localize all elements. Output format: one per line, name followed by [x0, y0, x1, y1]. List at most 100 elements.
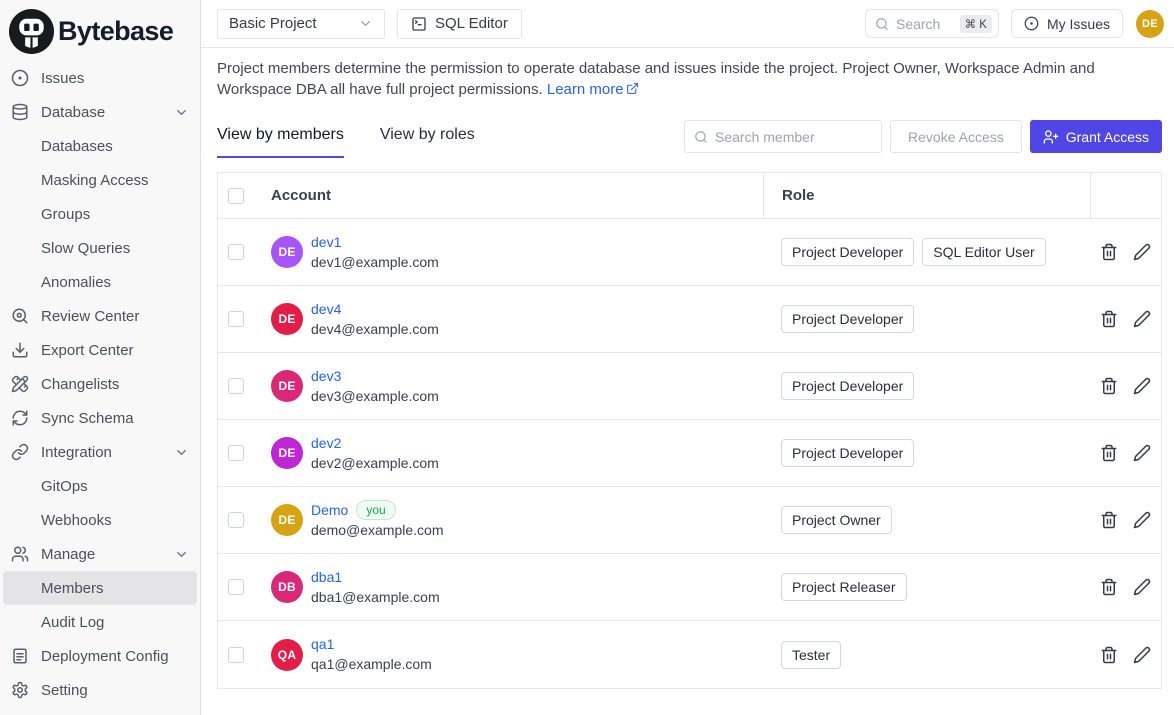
member-search[interactable] — [684, 120, 882, 153]
project-select[interactable]: Basic Project — [217, 9, 385, 39]
member-search-input[interactable] — [715, 129, 875, 145]
description-text: Project members determine the permission… — [217, 60, 1095, 98]
sidebar-item-label: Deployment Config — [41, 648, 169, 665]
row-checkbox[interactable] — [228, 512, 244, 528]
delete-member-icon[interactable] — [1100, 511, 1118, 529]
global-search-input[interactable] — [896, 16, 960, 32]
member-name-link[interactable]: dev2 — [311, 433, 341, 453]
tab-view-by-roles[interactable]: View by roles — [380, 115, 475, 158]
role-column-header: Role — [782, 187, 815, 204]
sidebar-item-databases[interactable]: Databases — [3, 129, 197, 163]
learn-more-label: Learn more — [547, 81, 624, 98]
account-column-header: Account — [271, 187, 331, 204]
member-name-link[interactable]: Demo — [311, 500, 348, 520]
sidebar-item-manage[interactable]: Manage — [3, 537, 197, 571]
grant-access-button[interactable]: Grant Access — [1030, 120, 1162, 153]
sidebar-item-slow-queries[interactable]: Slow Queries — [3, 231, 197, 265]
edit-member-icon[interactable] — [1133, 310, 1151, 328]
sidebar-item-review-center[interactable]: Review Center — [3, 299, 197, 333]
role-badge: Project Owner — [781, 506, 892, 534]
table-row: DE Demo you demo@example.com Project Own… — [218, 487, 1161, 554]
delete-member-icon[interactable] — [1100, 646, 1118, 664]
member-roles: Tester — [763, 621, 1090, 688]
sidebar-item-gitops[interactable]: GitOps — [3, 469, 197, 503]
search-icon — [875, 17, 889, 31]
tab-view-by-members[interactable]: View by members — [217, 115, 344, 158]
delete-member-icon[interactable] — [1100, 377, 1118, 395]
sidebar-item-label: GitOps — [41, 478, 88, 495]
table-row: DE dev4 dev4@example.com Project Develop… — [218, 286, 1161, 353]
edit-member-icon[interactable] — [1133, 578, 1151, 596]
edit-member-icon[interactable] — [1133, 243, 1151, 261]
my-issues-button[interactable]: My Issues — [1011, 9, 1123, 38]
member-email: qa1@example.com — [311, 654, 432, 675]
role-badge: Project Releaser — [781, 573, 907, 601]
row-checkbox[interactable] — [228, 244, 244, 260]
sidebar-item-anomalies[interactable]: Anomalies — [3, 265, 197, 299]
edit-member-icon[interactable] — [1133, 511, 1151, 529]
sidebar-item-masking-access[interactable]: Masking Access — [3, 163, 197, 197]
grant-access-label: Grant Access — [1066, 129, 1149, 145]
app: Bytebase Issues Database Databases Maski… — [0, 0, 1174, 715]
member-avatar: DE — [271, 370, 303, 402]
edit-member-icon[interactable] — [1133, 377, 1151, 395]
sidebar-item-label: Webhooks — [41, 512, 112, 529]
member-name-link[interactable]: dev4 — [311, 299, 341, 319]
member-avatar: QA — [271, 639, 303, 671]
member-avatar: DE — [271, 236, 303, 268]
header-actions-cell — [1090, 173, 1161, 218]
pencil-ruler-icon — [11, 375, 29, 393]
member-email: dba1@example.com — [311, 587, 440, 608]
brand-logo[interactable]: Bytebase — [0, 0, 200, 57]
sidebar-item-label: Masking Access — [41, 172, 149, 189]
select-all-checkbox[interactable] — [228, 188, 244, 204]
member-name-link[interactable]: qa1 — [311, 634, 334, 654]
row-checkbox[interactable] — [228, 311, 244, 327]
sidebar-item-deployment-config[interactable]: Deployment Config — [3, 639, 197, 673]
member-name-link[interactable]: dba1 — [311, 567, 342, 587]
sidebar-item-members[interactable]: Members — [3, 571, 197, 605]
row-checkbox[interactable] — [228, 445, 244, 461]
sidebar-item-integration[interactable]: Integration — [3, 435, 197, 469]
sidebar-item-label: Manage — [41, 546, 95, 563]
tab-label: View by members — [217, 126, 344, 144]
chevron-down-icon — [174, 445, 189, 460]
user-avatar[interactable]: DE — [1136, 10, 1164, 38]
sidebar-item-issues[interactable]: Issues — [3, 61, 197, 95]
sidebar-item-webhooks[interactable]: Webhooks — [3, 503, 197, 537]
row-checkbox[interactable] — [228, 378, 244, 394]
delete-member-icon[interactable] — [1100, 578, 1118, 596]
member-name-link[interactable]: dev3 — [311, 366, 341, 386]
member-roles: Project DeveloperSQL Editor User — [763, 219, 1090, 285]
sidebar-nav: Issues Database Databases Masking Access… — [0, 57, 200, 707]
members-table: Account Role DE dev1 dev1@example.com — [217, 172, 1162, 689]
edit-member-icon[interactable] — [1133, 646, 1151, 664]
sidebar-item-groups[interactable]: Groups — [3, 197, 197, 231]
member-avatar: DE — [271, 504, 303, 536]
row-checkbox[interactable] — [228, 579, 244, 595]
edit-member-icon[interactable] — [1133, 444, 1151, 462]
sidebar-item-setting[interactable]: Setting — [3, 673, 197, 707]
sidebar-item-audit-log[interactable]: Audit Log — [3, 605, 197, 639]
sidebar-item-export-center[interactable]: Export Center — [3, 333, 197, 367]
delete-member-icon[interactable] — [1100, 243, 1118, 261]
delete-member-icon[interactable] — [1100, 310, 1118, 328]
delete-member-icon[interactable] — [1100, 444, 1118, 462]
sidebar-item-label: Databases — [41, 138, 113, 155]
database-icon — [11, 103, 29, 121]
sidebar-item-label: Groups — [41, 206, 90, 223]
sidebar-item-sync-schema[interactable]: Sync Schema — [3, 401, 197, 435]
revoke-access-button[interactable]: Revoke Access — [890, 120, 1022, 153]
global-search[interactable]: ⌘ K — [865, 9, 999, 38]
table-row: DE dev1 dev1@example.com Project Develop… — [218, 219, 1161, 286]
members-description: Project members determine the permission… — [217, 58, 1162, 100]
sql-editor-button[interactable]: SQL Editor — [397, 9, 522, 39]
sidebar-item-database[interactable]: Database — [3, 95, 197, 129]
sidebar-item-changelists[interactable]: Changelists — [3, 367, 197, 401]
project-select-value: Basic Project — [229, 15, 317, 32]
sidebar-item-label: Members — [41, 580, 104, 597]
learn-more-link[interactable]: Learn more — [547, 81, 639, 98]
member-name-link[interactable]: dev1 — [311, 232, 341, 252]
search-icon — [694, 130, 708, 144]
row-checkbox[interactable] — [228, 647, 244, 663]
